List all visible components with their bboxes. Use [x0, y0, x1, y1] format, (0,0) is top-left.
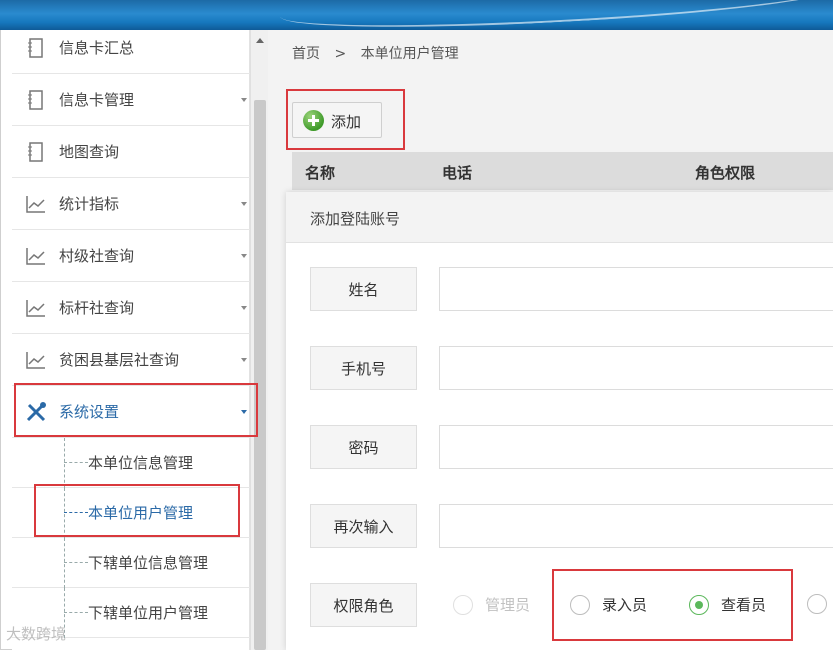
notebook-icon	[28, 142, 43, 162]
sidebar-item-label: 标杆社查询	[59, 299, 135, 317]
sidebar-subitem-label: 本单位信息管理	[88, 454, 194, 472]
watermark: 大数跨境	[6, 625, 67, 643]
phone-field[interactable]	[439, 346, 833, 390]
sidebar-item-label: 信息卡管理	[59, 91, 135, 109]
phone-label: 手机号	[310, 346, 417, 390]
dialog-header: 添加登陆账号	[286, 192, 833, 243]
radio-circle	[453, 594, 473, 615]
sidebar-scrollbar[interactable]	[250, 30, 268, 650]
sidebar-subitem-sub-unit-info[interactable]: 下辖单位信息管理	[12, 538, 250, 588]
radio-circle	[807, 594, 827, 614]
line-chart-icon	[26, 300, 45, 317]
sidebar-item-info-card-manage[interactable]: 信息卡管理	[12, 74, 250, 126]
role-label: 权限角色	[310, 583, 417, 627]
line-chart-icon	[26, 248, 45, 265]
scrollbar-thumb[interactable]	[254, 100, 266, 650]
column-header-name: 名称	[305, 164, 336, 182]
sidebar-item-label: 统计指标	[59, 195, 120, 213]
notebook-icon	[28, 90, 43, 110]
sidebar-item-label: 信息卡汇总	[59, 39, 135, 57]
name-label: 姓名	[310, 267, 417, 311]
highlight-system-settings	[14, 383, 258, 437]
sidebar-item-label: 村级社查询	[59, 247, 135, 265]
confirm-password-label: 再次输入	[310, 504, 417, 548]
password-field[interactable]	[439, 425, 833, 469]
sidebar-item-benchmark-query[interactable]: 标杆社查询	[12, 282, 250, 334]
chevron-down-icon	[241, 202, 247, 206]
column-header-role: 角色权限	[695, 164, 756, 182]
line-chart-icon	[26, 352, 45, 369]
radio-label: 管理员	[485, 596, 531, 614]
sidebar-subitem-label: 下辖单位信息管理	[88, 554, 209, 572]
table-header: 名称 电话 角色权限	[292, 152, 833, 190]
highlight-add-button	[286, 89, 405, 150]
sidebar-subitem-unit-info[interactable]: 本单位信息管理	[12, 438, 250, 488]
column-header-phone: 电话	[442, 164, 473, 182]
password-label: 密码	[310, 425, 417, 469]
sidebar-item-info-card-summary[interactable]: 信息卡汇总	[12, 22, 250, 74]
radio-admin[interactable]: 管理员	[453, 594, 530, 615]
highlight-role-options	[552, 569, 793, 641]
breadcrumb-home[interactable]: 首页	[292, 46, 320, 62]
sidebar-item-label: 贫困县基层社查询	[59, 351, 180, 369]
name-field[interactable]	[439, 267, 833, 311]
chevron-down-icon	[241, 306, 247, 310]
breadcrumb-separator: >	[334, 46, 347, 62]
breadcrumb: 首页 > 本单位用户管理	[292, 43, 469, 63]
notebook-icon	[28, 38, 43, 58]
sidebar-item-poor-county-query[interactable]: 贫困县基层社查询	[12, 334, 250, 386]
sidebar-item-statistics[interactable]: 统计指标	[12, 178, 250, 230]
dialog-title: 添加登陆账号	[310, 210, 401, 228]
chevron-down-icon	[241, 254, 247, 258]
highlight-unit-users	[34, 484, 240, 537]
sidebar-subitem-label: 下辖单位用户管理	[88, 604, 209, 622]
sidebar-item-map-query[interactable]: 地图查询	[12, 126, 250, 178]
line-chart-icon	[26, 196, 45, 213]
chevron-down-icon	[241, 98, 247, 102]
sidebar-item-village-query[interactable]: 村级社查询	[12, 230, 250, 282]
radio-more-partial[interactable]	[807, 594, 827, 614]
sidebar: 信息卡汇总 信息卡管理 地图查询 统计指标 村级社查询 标杆社查询 贫困县基层社…	[12, 30, 250, 650]
confirm-password-field[interactable]	[439, 504, 833, 548]
chevron-down-icon	[241, 358, 247, 362]
scroll-up-icon[interactable]	[256, 38, 264, 43]
sidebar-item-label: 地图查询	[59, 143, 120, 161]
breadcrumb-current: 本单位用户管理	[360, 46, 459, 62]
